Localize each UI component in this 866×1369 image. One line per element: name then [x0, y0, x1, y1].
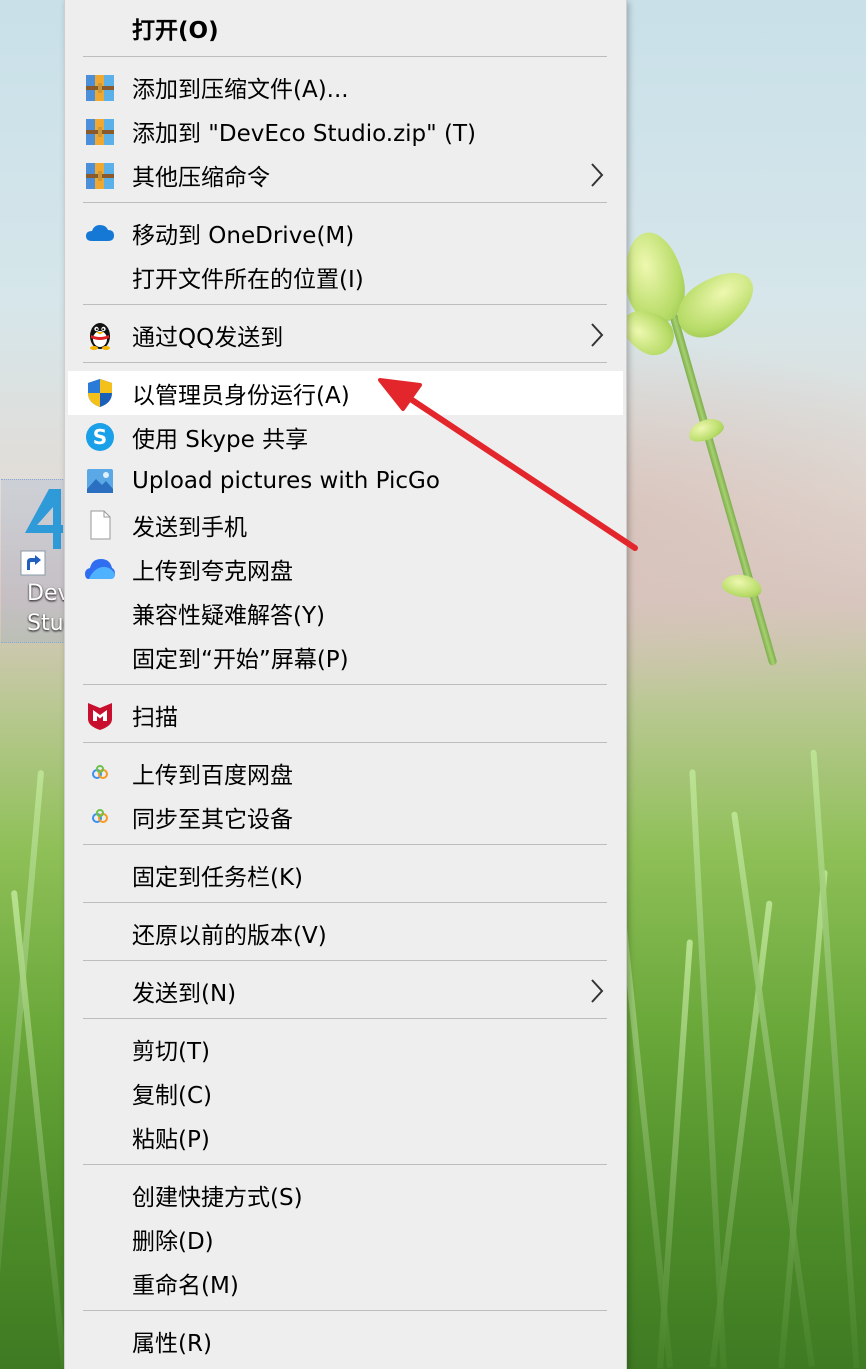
menu-item-copy[interactable]: 复制(C) [65, 1071, 626, 1115]
chevron-right-icon [591, 979, 604, 1003]
winrar-books-icon [86, 119, 114, 145]
menu-separator [83, 1018, 607, 1019]
menu-item-properties[interactable]: 属性(R) [65, 1319, 626, 1363]
menu-separator [83, 960, 607, 961]
menu-item-send-to[interactable]: 发送到(N) [65, 969, 626, 1013]
menu-item-scan[interactable]: 扫描 [65, 693, 626, 737]
menu-item-label: 还原以前的版本(V) [132, 923, 327, 949]
menu-item-skype-share[interactable]: S 使用 Skype 共享 [65, 415, 626, 459]
menu-separator [83, 362, 607, 363]
menu-item-create-shortcut[interactable]: 创建快捷方式(S) [65, 1173, 626, 1217]
wallpaper-leaf [720, 571, 764, 601]
menu-item-compat-troubleshoot[interactable]: 兼容性疑难解答(Y) [65, 591, 626, 635]
picgo-icon [87, 469, 113, 493]
menu-item-pin-to-taskbar[interactable]: 固定到任务栏(K) [65, 853, 626, 897]
menu-item-pin-to-start[interactable]: 固定到“开始”屏幕(P) [65, 635, 626, 679]
wallpaper-grass [709, 900, 773, 1368]
menu-item-label: 以管理员身份运行(A) [132, 383, 350, 409]
menu-separator [83, 1310, 607, 1311]
baidu-netdisk-icon [92, 809, 108, 823]
menu-item-label: 添加到 "DevEco Studio.zip" (T) [132, 121, 477, 147]
wallpaper-grass [0, 769, 45, 1369]
menu-item-other-compress[interactable]: 其他压缩命令 [65, 153, 626, 197]
chevron-right-icon [591, 323, 604, 347]
menu-item-label: 上传到百度网盘 [132, 763, 293, 789]
menu-item-label: 兼容性疑难解答(Y) [132, 603, 325, 629]
menu-item-label: 固定到“开始”屏幕(P) [132, 647, 349, 673]
quark-cloud-icon [85, 559, 115, 579]
menu-item-open-file-location[interactable]: 打开文件所在的位置(I) [65, 255, 626, 299]
menu-separator [83, 902, 607, 903]
qq-penguin-icon [90, 323, 110, 350]
menu-item-cut[interactable]: 剪切(T) [65, 1027, 626, 1071]
svg-text:S: S [93, 425, 107, 449]
menu-item-label: 使用 Skype 共享 [132, 427, 309, 453]
menu-separator [83, 56, 607, 57]
menu-item-open[interactable]: 打开(O) [65, 6, 626, 50]
menu-item-label: 移动到 OneDrive(M) [132, 223, 355, 249]
menu-item-label: 重命名(M) [132, 1273, 239, 1299]
menu-item-restore-previous-versions[interactable]: 还原以前的版本(V) [65, 911, 626, 955]
winrar-books-icon [86, 75, 114, 101]
menu-item-add-to-zip[interactable]: 添加到 "DevEco Studio.zip" (T) [65, 109, 626, 153]
menu-separator [83, 304, 607, 305]
menu-item-label: 通过QQ发送到 [132, 325, 284, 351]
menu-item-move-onedrive[interactable]: 移动到 OneDrive(M) [65, 211, 626, 255]
menu-item-label: 扫描 [132, 705, 178, 731]
menu-item-run-as-admin[interactable]: 以管理员身份运行(A) [68, 371, 623, 415]
shortcut-arrow-icon [20, 550, 46, 576]
deveco-studio-icon [25, 489, 63, 549]
menu-item-label: 发送到(N) [132, 981, 237, 1007]
mcafee-shield-icon [88, 703, 112, 730]
menu-item-label: 其他压缩命令 [132, 165, 270, 191]
menu-separator [83, 684, 607, 685]
chevron-right-icon [591, 163, 604, 187]
menu-item-label: 粘贴(P) [132, 1127, 210, 1153]
menu-item-label: 复制(C) [132, 1083, 213, 1109]
menu-item-label: 打开(O) [132, 18, 219, 44]
menu-item-picgo-upload[interactable]: Upload pictures with PicGo [65, 459, 626, 503]
context-menu: 打开(O) 添加到压缩文件(A)... 添加到 "DevEco Studio.z… [64, 0, 627, 1369]
menu-item-label: Upload pictures with PicGo [132, 468, 440, 494]
menu-separator [83, 742, 607, 743]
menu-item-label: 创建快捷方式(S) [132, 1185, 303, 1211]
blank-page-icon [90, 510, 111, 540]
menu-item-label: 删除(D) [132, 1229, 214, 1255]
menu-item-paste[interactable]: 粘贴(P) [65, 1115, 626, 1159]
wallpaper-grass [657, 939, 693, 1369]
menu-separator [83, 202, 607, 203]
menu-separator [83, 1164, 607, 1165]
uac-shield-icon [88, 379, 112, 407]
menu-separator [83, 844, 607, 845]
menu-item-label: 剪切(T) [132, 1039, 210, 1065]
menu-item-rename[interactable]: 重命名(M) [65, 1261, 626, 1305]
menu-item-label: 上传到夸克网盘 [132, 559, 293, 585]
menu-item-label: 打开文件所在的位置(I) [132, 267, 364, 293]
menu-item-send-via-qq[interactable]: 通过QQ发送到 [65, 313, 626, 357]
menu-item-send-to-phone[interactable]: 发送到手机 [65, 503, 626, 547]
menu-item-label: 固定到任务栏(K) [132, 865, 304, 891]
baidu-netdisk-icon [92, 765, 108, 779]
menu-item-delete[interactable]: 删除(D) [65, 1217, 626, 1261]
menu-item-label: 添加到压缩文件(A)... [132, 77, 349, 103]
wallpaper-grass [10, 890, 68, 1368]
menu-item-quark-upload[interactable]: 上传到夸克网盘 [65, 547, 626, 591]
skype-icon: S [86, 423, 114, 451]
menu-item-label: 同步至其它设备 [132, 807, 293, 833]
wallpaper-grass [810, 749, 860, 1369]
wallpaper-sprout-stem [665, 298, 778, 667]
menu-item-sync-devices[interactable]: 同步至其它设备 [65, 795, 626, 839]
winrar-books-icon [86, 163, 114, 189]
menu-item-add-to-archive[interactable]: 添加到压缩文件(A)... [65, 65, 626, 109]
menu-item-label: 属性(R) [132, 1331, 212, 1357]
menu-item-label: 发送到手机 [132, 515, 247, 541]
onedrive-cloud-icon [86, 225, 114, 241]
menu-item-baidu-upload[interactable]: 上传到百度网盘 [65, 751, 626, 795]
